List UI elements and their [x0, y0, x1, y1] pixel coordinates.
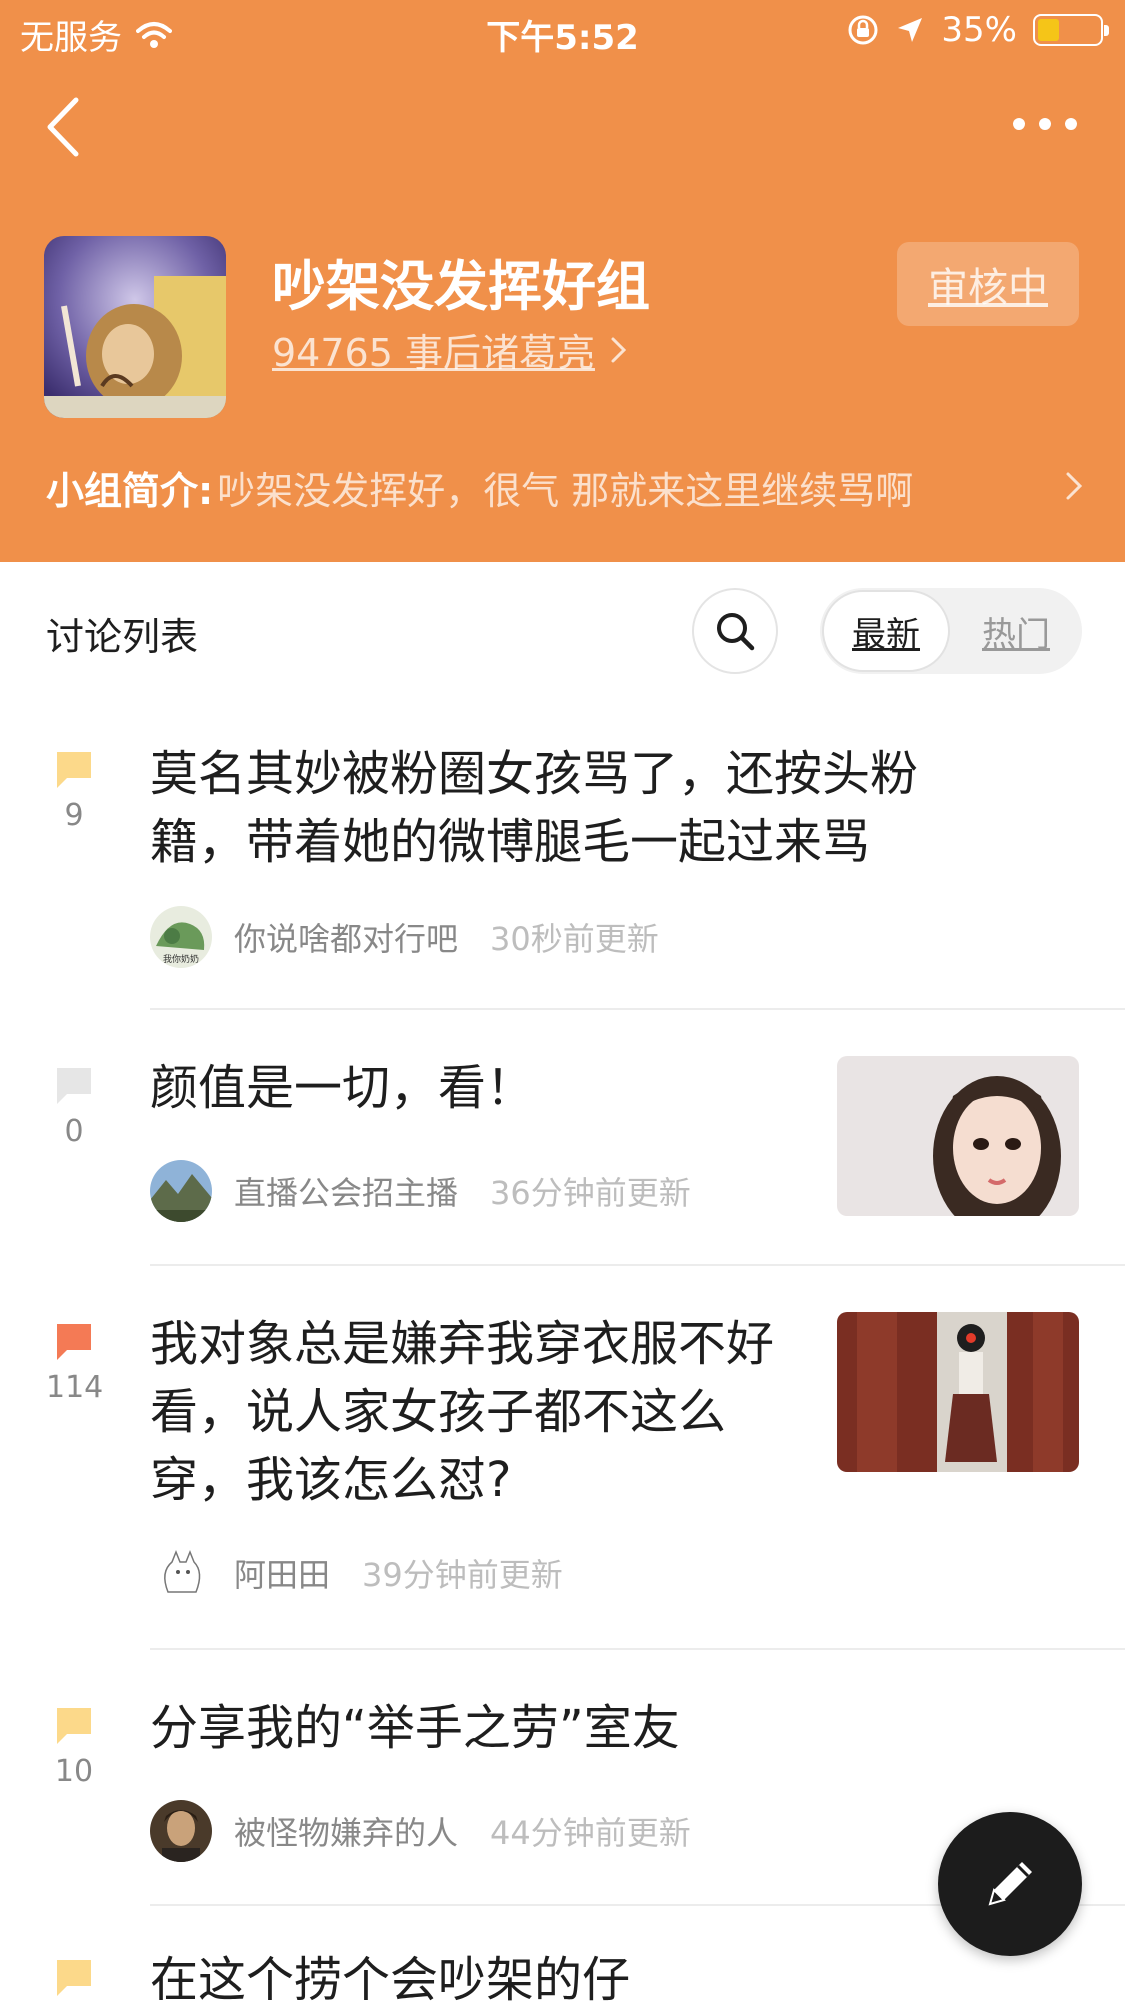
comment-icon — [57, 1708, 91, 1744]
tab-hot[interactable]: 热门 — [952, 590, 1080, 672]
post-time: 36分钟前更新 — [490, 1174, 691, 1212]
member-info: 94765 事后诸葛亮 — [272, 331, 595, 375]
avatar[interactable] — [150, 1800, 212, 1862]
chevron-right-icon — [611, 337, 627, 362]
chevron-right-icon — [1066, 472, 1083, 500]
post-meta: 阿田田 39分钟前更新 — [150, 1542, 563, 1604]
post-title[interactable]: 分享我的“举手之劳”室友 — [150, 1694, 910, 1762]
search-icon — [717, 613, 755, 651]
discussion-list-title: 讨论列表 — [46, 615, 199, 659]
review-status-button[interactable]: 审核中 — [897, 242, 1079, 326]
group-intro[interactable]: 小组简介: 吵架没发挥好，很气 那就来这里继续骂啊 — [46, 462, 1085, 513]
post-meta: 直播公会招主播 36分钟前更新 — [150, 1160, 691, 1222]
group-member-link[interactable]: 94765 事后诸葛亮 — [272, 322, 629, 377]
user-name[interactable]: 被怪物嫌弃的人 — [234, 1808, 458, 1854]
comment-count: 0 — [64, 1114, 84, 1149]
post-meta: 我你奶奶 你说啥都对行吧 30秒前更新 — [150, 906, 659, 968]
post-time: 39分钟前更新 — [362, 1556, 563, 1594]
more-button[interactable] — [1005, 104, 1085, 144]
comment-count-badge: 9 — [46, 748, 102, 833]
post-title[interactable]: 我对象总是嫌弃我穿衣服不好看，说人家女孩子都不这么穿，我该怎么怼? — [150, 1310, 790, 1514]
post-meta: 被怪物嫌弃的人 44分钟前更新 — [150, 1800, 691, 1862]
comment-count-badge: 0 — [46, 1064, 102, 1149]
avatar[interactable]: 我你奶奶 — [150, 906, 212, 968]
avatar[interactable] — [150, 1160, 212, 1222]
group-header: 无服务 下午5:52 35% 吵架没发挥好组 94765 事后诸葛亮 审核中 小… — [0, 0, 1125, 562]
comment-count: 10 — [54, 1754, 94, 1789]
comment-icon — [57, 1068, 91, 1104]
compose-button[interactable] — [938, 1812, 1082, 1956]
list-item[interactable]: 114 我对象总是嫌弃我穿衣服不好看，说人家女孩子都不这么穿，我该怎么怼? 阿田… — [0, 1266, 1125, 1650]
comment-icon — [57, 1324, 91, 1360]
comment-count-badge: 10 — [46, 1704, 102, 1789]
post-title[interactable]: 颜值是一切，看！ — [150, 1054, 750, 1122]
comment-icon — [57, 1960, 91, 1996]
comment-count: 9 — [64, 798, 84, 833]
battery-icon — [1033, 14, 1109, 46]
post-title[interactable]: 在这个捞个会吵架的仔 — [150, 1946, 910, 2001]
avatar-text: 我你奶奶 — [163, 953, 199, 965]
comment-count: 114 — [46, 1370, 104, 1405]
chevron-left-icon — [47, 97, 79, 157]
comment-count-badge — [46, 1956, 102, 2001]
post-thumbnail[interactable] — [837, 1312, 1079, 1472]
group-avatar[interactable] — [44, 236, 226, 418]
sort-toggle: 最新 热门 — [820, 588, 1082, 674]
post-time: 30秒前更新 — [490, 920, 659, 958]
list-item[interactable]: 0 颜值是一切，看！ 直播公会招主播 36分钟前更新 — [0, 1010, 1125, 1266]
user-name[interactable]: 你说啥都对行吧 — [234, 914, 458, 960]
search-button[interactable] — [692, 588, 778, 674]
pencil-icon — [988, 1862, 1032, 1906]
discussion-toolbar: 讨论列表 最新 热门 — [0, 562, 1125, 702]
post-time: 44分钟前更新 — [490, 1814, 691, 1852]
tab-latest[interactable]: 最新 — [822, 590, 950, 672]
more-horizontal-icon — [1013, 118, 1077, 130]
back-button[interactable] — [40, 92, 90, 162]
comment-icon — [57, 752, 91, 788]
post-thumbnail[interactable] — [837, 1056, 1079, 1216]
post-title[interactable]: 莫名其妙被粉圈女孩骂了，还按头粉籍，带着她的微博腿毛一起过来骂 — [150, 740, 1010, 876]
list-item[interactable]: 9 莫名其妙被粉圈女孩骂了，还按头粉籍，带着她的微博腿毛一起过来骂 我你奶奶 你… — [0, 702, 1125, 1010]
intro-label: 小组简介: — [46, 468, 214, 513]
intro-text: 吵架没发挥好，很气 那就来这里继续骂啊 — [217, 468, 914, 513]
user-name[interactable]: 阿田田 — [234, 1550, 330, 1596]
avatar[interactable] — [150, 1542, 212, 1604]
battery-percent: 35% — [941, 10, 1017, 50]
location-arrow-icon — [898, 18, 923, 42]
battery-level — [1038, 19, 1059, 41]
status-bar: 无服务 下午5:52 35% — [0, 0, 1125, 64]
comment-count-badge: 114 — [46, 1320, 104, 1405]
rotation-lock-icon — [848, 15, 878, 45]
user-name[interactable]: 直播公会招主播 — [234, 1168, 458, 1214]
group-title: 吵架没发挥好组 — [272, 255, 650, 318]
